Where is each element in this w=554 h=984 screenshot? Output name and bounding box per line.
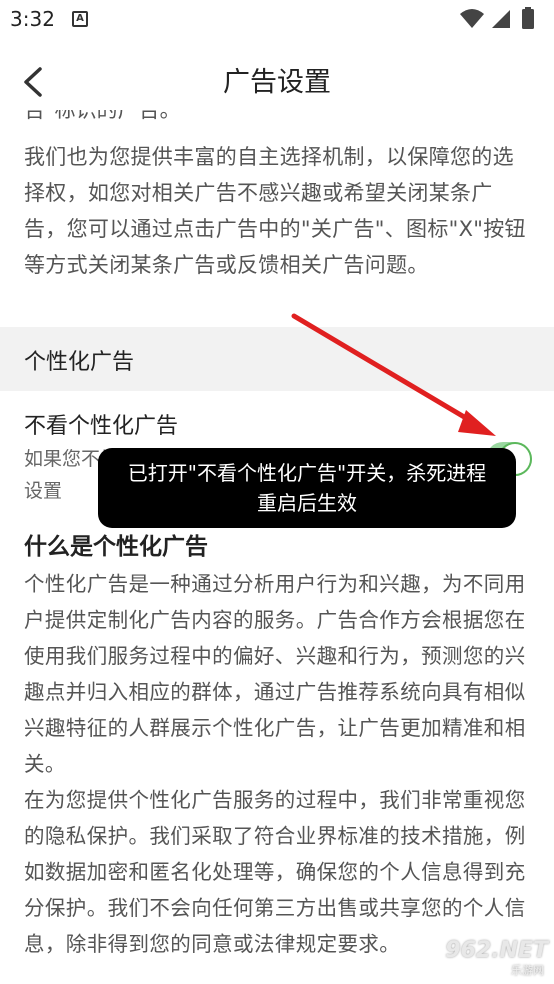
section-title: 个性化广告 <box>24 350 135 375</box>
toast-line-1: 已打开"不看个性化广告"开关，杀死进程 <box>127 461 487 485</box>
status-bar: 3:32 A <box>0 0 554 38</box>
option-title: 不看个性化广告 <box>24 414 179 439</box>
what-is-title: 什么是个性化广告 <box>24 534 208 560</box>
toast-line-2: 重启后生效 <box>257 491 357 515</box>
watermark-text: 962.NET <box>445 938 548 963</box>
intro-paragraph: 我们也为您提供丰富的自主选择机制，以保障您的选择权，如您对相关广告不感兴趣或希望… <box>24 145 526 277</box>
signal-icon <box>492 10 510 28</box>
toast-message: 已打开"不看个性化广告"开关，杀死进程 重启后生效 <box>98 448 516 528</box>
watermark-sub: 乐游网 <box>511 964 544 977</box>
section-header: 个性化广告 <box>0 327 554 391</box>
intro-cut-line: 告"标识的广告。 <box>24 110 181 122</box>
page-title: 广告设置 <box>223 67 331 98</box>
what-is-paragraph-1: 个性化广告是一种通过分析用户行为和兴趣，为不同用户提供定制化广告内容的服务。广告… <box>24 572 526 776</box>
status-time: 3:32 <box>10 7 55 31</box>
what-is-body: 个性化广告是一种通过分析用户行为和兴趣，为不同用户提供定制化广告内容的服务。广告… <box>24 566 534 962</box>
wifi-icon <box>460 9 484 28</box>
battery-icon <box>522 9 534 29</box>
intro-section: 我们也为您提供丰富的自主选择机制，以保障您的选择权，如您对相关广告不感兴趣或希望… <box>0 139 554 283</box>
notification-icon: A <box>72 11 88 27</box>
watermark-logo: 962.NET 乐游网 <box>445 938 548 978</box>
what-is-paragraph-2: 在为您提供个性化广告服务的过程中，我们非常重视您的隐私保护。我们采取了符合业界标… <box>24 788 526 956</box>
status-icons <box>460 7 534 29</box>
